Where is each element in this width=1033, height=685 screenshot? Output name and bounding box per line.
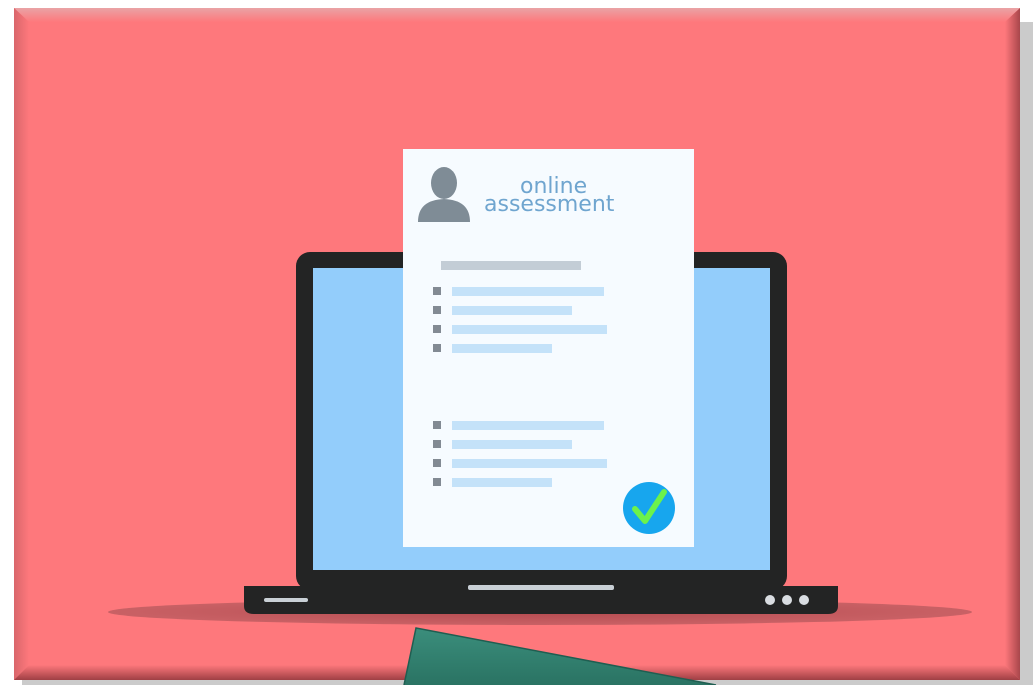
illustration-stage: online assessment	[0, 0, 1033, 685]
laptop-trackpad-notch	[468, 585, 614, 590]
assessment-document: online assessment	[403, 149, 694, 547]
online-assessment-illustration: online assessment	[0, 0, 1033, 685]
laptop-base	[244, 586, 838, 614]
doc-header-bar	[441, 261, 581, 270]
three-dots-icon	[765, 595, 809, 605]
laptop-indicator	[264, 598, 308, 602]
checkmark-icon	[623, 482, 675, 534]
doc-title-line2: assessment	[484, 192, 615, 217]
